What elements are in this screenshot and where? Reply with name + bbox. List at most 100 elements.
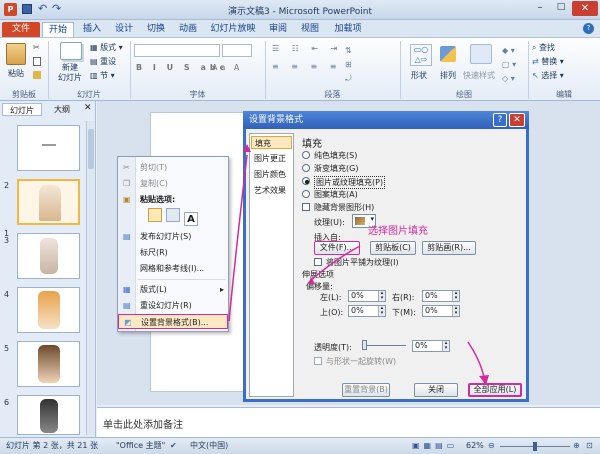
align-buttons[interactable]: ≡ ≡ ≡ ≡: [272, 62, 341, 71]
menu-publish-slides[interactable]: ▤ 发布幻灯片(S): [118, 229, 228, 244]
paste-button[interactable]: 粘贴: [8, 68, 24, 79]
nav-artistic-effects[interactable]: 艺术效果: [254, 185, 286, 196]
find-button[interactable]: ⌕ 查找: [532, 42, 555, 53]
select-icon: ↖: [532, 71, 539, 80]
zoom-out-icon[interactable]: ⊖: [488, 438, 495, 454]
submenu-arrow-icon: ▸: [219, 285, 224, 294]
shapes-button[interactable]: 形状: [411, 70, 427, 81]
rotate-with-shape-checkbox[interactable]: [314, 357, 322, 365]
menu-layout[interactable]: ▦ 版式(L) ▸: [118, 282, 228, 297]
menu-ruler[interactable]: 标尺(R): [118, 245, 228, 260]
tab-review[interactable]: 审阅: [264, 22, 292, 37]
tab-slideshow[interactable]: 幻灯片放映: [206, 22, 260, 37]
tab-view[interactable]: 视图: [296, 22, 324, 37]
pattern-fill-radio[interactable]: [302, 190, 310, 198]
clipboard-button[interactable]: 剪贴板(C): [370, 241, 416, 255]
transparency-spinner[interactable]: 0% ▴ ▾: [412, 340, 450, 352]
offset-left-label: 左(L):: [320, 293, 342, 302]
font-name-combo[interactable]: [134, 44, 220, 57]
slide-thumbnail[interactable]: [17, 287, 80, 333]
nav-fill[interactable]: 填充: [251, 136, 292, 149]
offset-right-spinner[interactable]: 0% ▴ ▾: [422, 290, 460, 302]
help-icon[interactable]: ?: [583, 23, 594, 34]
menu-grid-guides[interactable]: 网格和参考线(I)...: [118, 261, 228, 276]
offset-bottom-spinner[interactable]: 0% ▴ ▾: [422, 305, 460, 317]
menu-copy[interactable]: ❐ 复制(C): [118, 176, 228, 191]
list-buttons[interactable]: ☰ ☷ ⇤ ⇥: [272, 44, 342, 53]
minimize-button[interactable]: –: [530, 2, 550, 16]
layout-button[interactable]: ▦ 版式 ▾: [90, 42, 123, 53]
new-slide-icon[interactable]: [60, 42, 82, 60]
shapes-gallery[interactable]: ▭○ △⇨: [410, 44, 432, 66]
status-bar: 幻灯片 第 2 张，共 21 张 "Office 主题" ✔ 中文(中国) ▣▦…: [0, 437, 600, 454]
font-size-combo[interactable]: [222, 44, 252, 57]
slide-thumbnail[interactable]: [17, 233, 80, 279]
zoom-slider[interactable]: [500, 442, 570, 451]
slide-thumbnail[interactable]: [17, 125, 80, 171]
picture-fill-radio[interactable]: [302, 177, 310, 185]
close-pane-icon[interactable]: ✕: [84, 103, 92, 113]
tab-design[interactable]: 设计: [110, 22, 138, 37]
tab-insert[interactable]: 插入: [78, 22, 106, 37]
tab-file[interactable]: 文件: [2, 22, 40, 37]
menu-reset-slide[interactable]: ▤ 重设幻灯片(R): [118, 298, 228, 313]
slide-thumbnail[interactable]: [17, 341, 80, 387]
group-clipboard-label: 剪贴板: [12, 90, 36, 99]
replace-button[interactable]: ⇄ 替换 ▾: [532, 56, 564, 67]
hide-background-checkbox[interactable]: [302, 203, 310, 211]
section-button[interactable]: ▥ 节 ▾: [90, 70, 115, 81]
tab-outline-pane[interactable]: 大纲: [44, 103, 80, 116]
maximize-button[interactable]: □: [551, 2, 571, 16]
tab-transitions[interactable]: 切换: [142, 22, 170, 37]
cut-icon[interactable]: ✂: [33, 43, 40, 52]
quick-styles-button[interactable]: 快速样式: [463, 70, 495, 81]
font-color-buttons[interactable]: Aa A: [212, 63, 242, 72]
gradient-fill-radio[interactable]: [302, 164, 310, 172]
close-button[interactable]: ✕: [572, 1, 598, 16]
slide-thumbnail-selected[interactable]: [17, 179, 80, 225]
zoom-in-icon[interactable]: ⊕: [573, 438, 580, 454]
fit-window-icon[interactable]: ⊡: [586, 438, 593, 454]
nav-picture-color[interactable]: 图片颜色: [254, 169, 286, 180]
menu-cut[interactable]: ✂ 剪切(T): [118, 160, 228, 175]
apply-to-all-button[interactable]: 全部应用(L): [468, 383, 522, 397]
text-direction-buttons[interactable]: ⇅ ⊞ ⤾: [345, 44, 352, 86]
dialog-close-button[interactable]: 关闭: [414, 383, 458, 397]
publish-icon: ▤: [123, 232, 131, 241]
tab-addins[interactable]: 加载项: [328, 22, 368, 37]
clipart-button[interactable]: 剪贴画(R)...: [422, 241, 476, 255]
tab-animations[interactable]: 动画: [174, 22, 202, 37]
pane-scrollbar[interactable]: [86, 121, 94, 435]
file-button[interactable]: 文件(F)...: [314, 241, 360, 255]
shape-fill-buttons[interactable]: ◆ ▾ ▢ ▾ ◇ ▾: [502, 44, 516, 86]
gradient-fill-label: 渐变填充(G): [314, 164, 359, 173]
view-buttons[interactable]: ▣▦▤▭: [412, 438, 458, 454]
spellcheck-icon[interactable]: ✔: [170, 438, 177, 454]
dialog-help-button[interactable]: ?: [493, 113, 507, 127]
paste-option-buttons[interactable]: A: [148, 208, 208, 226]
solid-fill-radio[interactable]: [302, 151, 310, 159]
notes-pane[interactable]: 单击此处添加备注: [97, 407, 600, 437]
slide-thumbnail[interactable]: [17, 395, 80, 435]
arrange-icon[interactable]: [440, 46, 456, 62]
menu-format-background[interactable]: ◩ 设置背景格式(B)...: [118, 314, 228, 329]
copy-icon[interactable]: [33, 57, 41, 66]
dialog-title-bar: 设置背景格式 ? ✕: [243, 111, 529, 129]
select-button[interactable]: ↖ 选择 ▾: [532, 70, 564, 81]
offset-top-spinner[interactable]: 0% ▴ ▾: [348, 305, 386, 317]
dialog-close-icon[interactable]: ✕: [509, 113, 525, 127]
reset-background-button[interactable]: 重置背景(B): [342, 383, 390, 397]
tab-slides-pane[interactable]: 幻灯片: [2, 103, 42, 116]
nav-picture-corrections[interactable]: 图片更正: [254, 153, 286, 164]
reset-button[interactable]: ▤ 重设: [90, 56, 116, 67]
paste-icon[interactable]: [6, 43, 26, 65]
format-painter-icon[interactable]: [33, 71, 41, 79]
quick-styles-icon[interactable]: [470, 44, 492, 64]
tab-home[interactable]: 开始: [42, 22, 74, 37]
new-slide-button[interactable]: 新建 幻灯片: [58, 63, 82, 83]
offset-left-spinner[interactable]: 0% ▴ ▾: [348, 290, 386, 302]
arrange-button[interactable]: 排列: [440, 70, 456, 81]
transparency-slider[interactable]: [362, 340, 406, 350]
tile-picture-checkbox[interactable]: [314, 258, 322, 266]
group-drawing-label: 绘图: [456, 90, 472, 99]
